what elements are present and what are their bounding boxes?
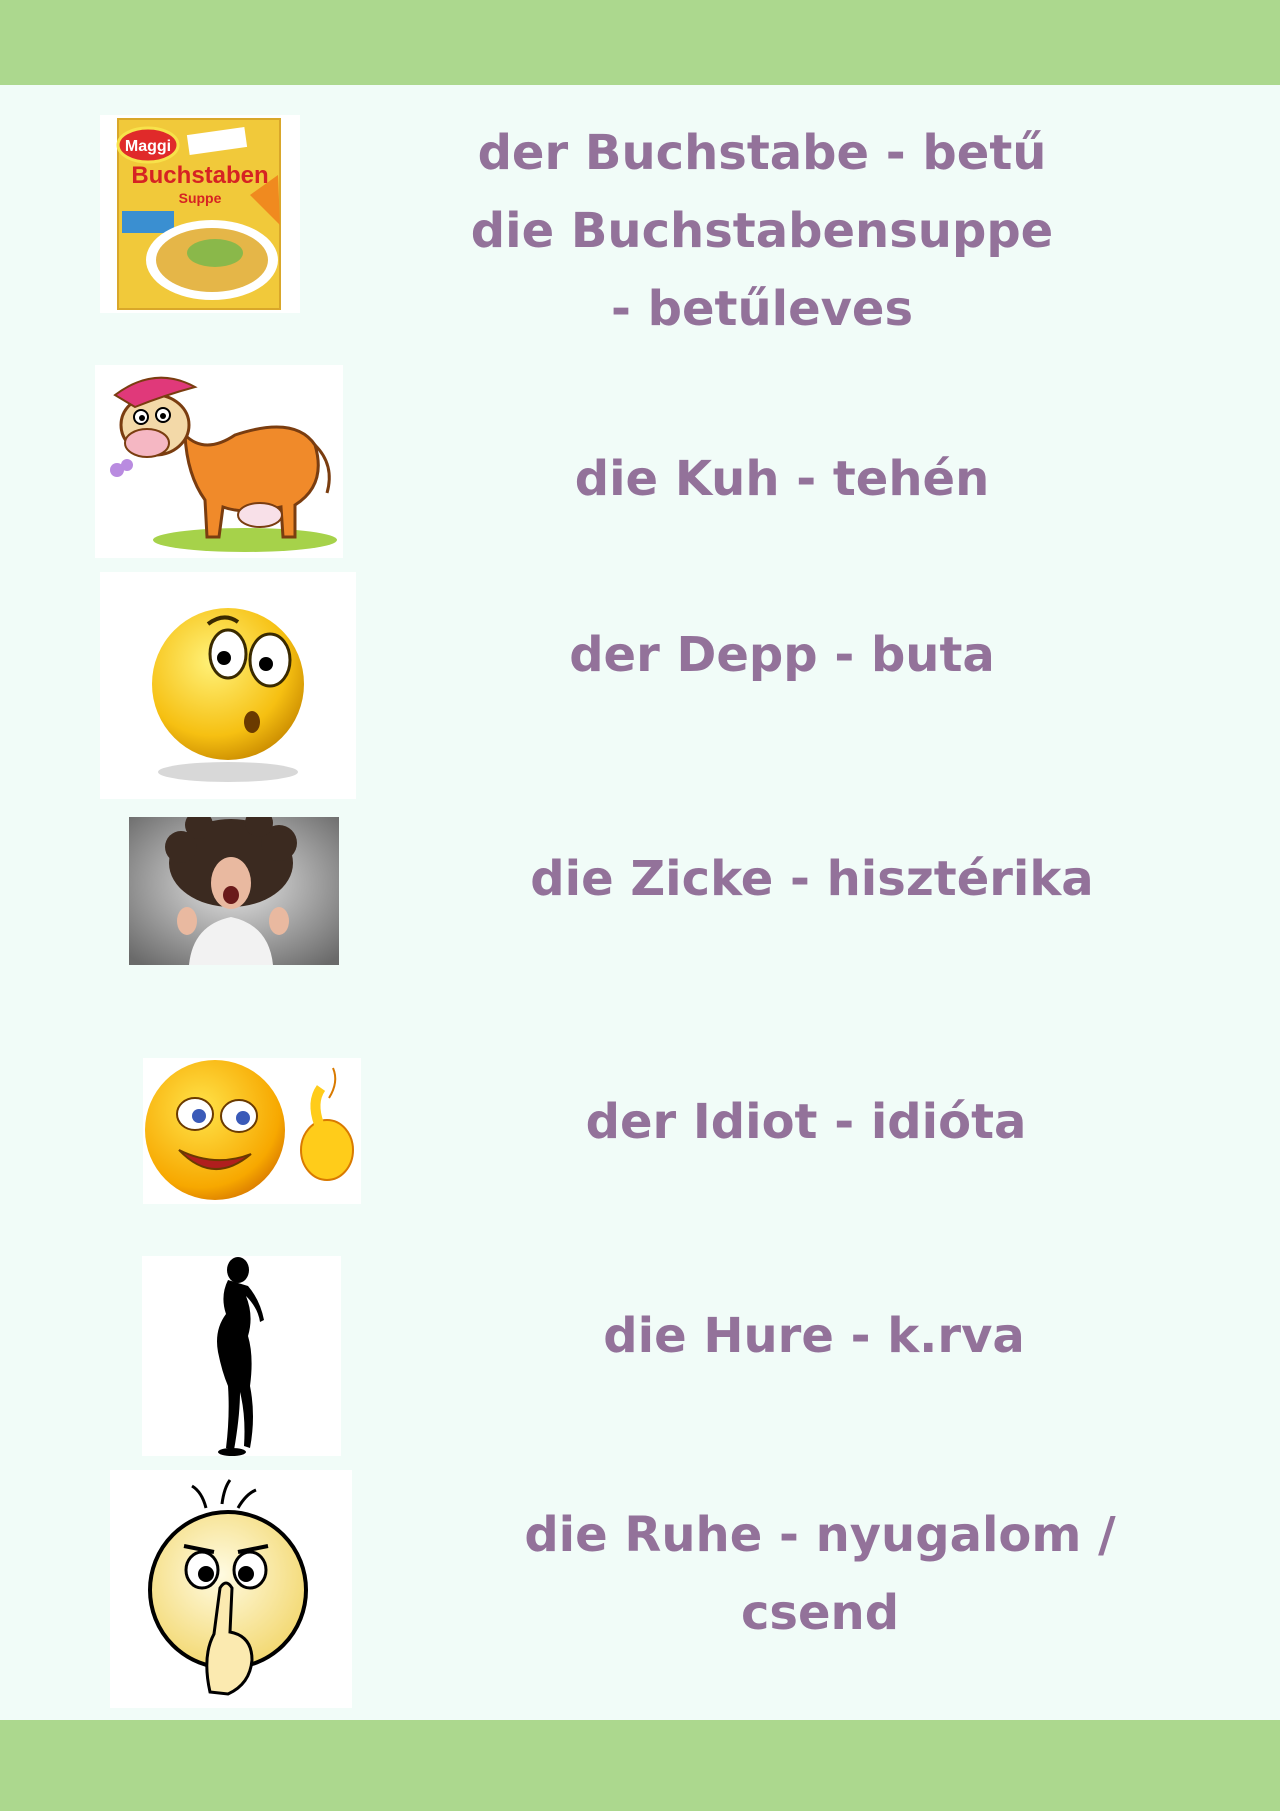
- soup-packet-picture: Maggi Buchstaben Suppe: [100, 115, 300, 313]
- cow-picture: [95, 365, 343, 558]
- idiot-smiley-picture: [143, 1058, 361, 1204]
- entry-term-hure: die Hure - k.rva: [603, 1308, 1025, 1364]
- entry-term-ruhe: die Ruhe - nyugalom / csend: [524, 1507, 1116, 1641]
- entry-term-idiot: der Idiot - idióta: [585, 1094, 1027, 1150]
- entry-term-kuh: die Kuh - tehén: [574, 451, 990, 507]
- entry-term-buchstabe: der Buchstabe - betű die Buchstabensuppe…: [470, 125, 1054, 337]
- brand-logo-text: Maggi: [125, 138, 171, 155]
- confused-smiley-picture: [100, 572, 356, 799]
- screaming-woman-picture: [129, 817, 339, 965]
- bottom-band: [0, 1720, 1280, 1811]
- package-title: Buchstaben: [131, 162, 268, 189]
- entry-term-depp: der Depp - buta: [569, 627, 995, 683]
- woman-silhouette-picture: [142, 1256, 341, 1456]
- top-band: [0, 0, 1280, 85]
- package-subtitle: Suppe: [179, 190, 222, 206]
- shush-smiley-picture: [110, 1470, 352, 1708]
- entry-term-zicke: die Zicke - hisztérika: [530, 851, 1094, 907]
